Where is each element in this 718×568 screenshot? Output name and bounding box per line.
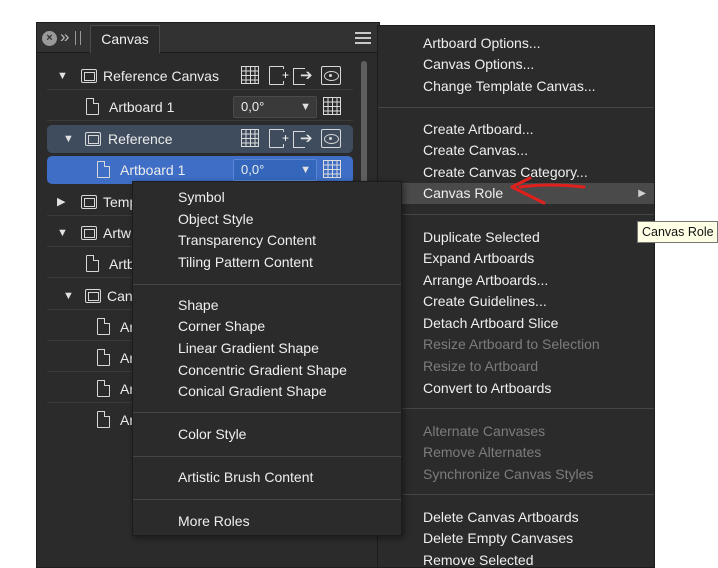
- hamburger-icon[interactable]: [355, 32, 371, 44]
- artboard-icon: [85, 132, 101, 146]
- menu-item-synchronize-canvas-styles: Synchronize Canvas Styles: [423, 466, 594, 482]
- menu-item-create-canvas[interactable]: Create Canvas...: [378, 140, 654, 161]
- menu-item-expand-artboards[interactable]: Expand Artboards: [378, 248, 654, 269]
- submenu-item-tiling-pattern-content[interactable]: Tiling Pattern Content: [133, 252, 401, 273]
- grid-icon[interactable]: [323, 97, 341, 115]
- menu-separator: [378, 214, 654, 215]
- visibility-icon[interactable]: [321, 66, 341, 85]
- grid-icon[interactable]: [323, 160, 341, 178]
- menu-separator: [378, 107, 654, 108]
- double-chevron-icon[interactable]: »: [60, 27, 69, 47]
- menu-item-canvas-options[interactable]: Canvas Options...: [378, 54, 654, 75]
- tab-canvas[interactable]: Canvas: [90, 25, 160, 53]
- expand-triangle-icon[interactable]: ▼: [57, 225, 68, 241]
- grid-icon[interactable]: [241, 129, 259, 147]
- layer-label: Artboard 1: [109, 99, 175, 115]
- submenu-item-color-style[interactable]: Color Style: [133, 424, 401, 445]
- menu-separator: [378, 494, 654, 495]
- collapse-triangle-icon[interactable]: ▶: [57, 194, 65, 210]
- menu-item-artboard-options[interactable]: Artboard Options...: [378, 33, 654, 54]
- expand-triangle-icon[interactable]: ▼: [63, 131, 74, 147]
- export-icon[interactable]: ➔: [293, 66, 315, 85]
- rotation-value: 0,0°: [241, 99, 265, 114]
- menu-item-resize-to-artboard: Resize to Artboard: [423, 358, 539, 374]
- page-icon: [97, 380, 110, 397]
- tooltip: Canvas Role: [637, 221, 718, 243]
- page-icon: [97, 161, 110, 178]
- page-icon: [86, 255, 99, 272]
- close-icon[interactable]: ×: [42, 31, 57, 46]
- panel-header: × » Canvas: [37, 23, 379, 53]
- canvas-role-submenu: Symbol Object Style Transparency Content…: [132, 181, 402, 536]
- menu-separator: [133, 412, 401, 413]
- rotation-field[interactable]: 0,0° ▼: [233, 159, 317, 181]
- menu-item-remove-alternates: Remove Alternates: [423, 444, 542, 460]
- submenu-item-transparency-content[interactable]: Transparency Content: [133, 230, 401, 251]
- rotation-value: 0,0°: [241, 162, 265, 177]
- expand-triangle-icon[interactable]: ▼: [57, 68, 68, 84]
- menu-item-resize-artboard-to-selection: Resize Artboard to Selection: [423, 336, 600, 352]
- menu-item-change-template-canvas[interactable]: Change Template Canvas...: [378, 76, 654, 97]
- layer-label: Reference Canvas: [103, 68, 219, 84]
- menu-item-arrange-artboards[interactable]: Arrange Artboards...: [378, 270, 654, 291]
- menu-separator: [133, 456, 401, 457]
- layer-label: Can: [107, 288, 133, 304]
- layer-row-canvas[interactable]: ▼ Reference Canvas ➔: [47, 62, 353, 90]
- export-icon[interactable]: ➔: [293, 129, 315, 148]
- context-menu: Artboard Options... Canvas Options... Ch…: [377, 25, 655, 568]
- menu-item-create-guidelines[interactable]: Create Guidelines...: [378, 291, 654, 312]
- submenu-item-concentric-gradient-shape[interactable]: Concentric Gradient Shape: [133, 360, 401, 381]
- menu-separator: [378, 408, 654, 409]
- menu-item-delete-empty-canvases[interactable]: Delete Empty Canvases: [378, 528, 654, 549]
- submenu-item-more-roles[interactable]: More Roles: [133, 511, 401, 532]
- artboard-icon: [85, 289, 101, 303]
- layer-row-artboard[interactable]: Artboard 1 0,0° ▼: [47, 93, 353, 121]
- layer-label: Artboard 1: [120, 162, 186, 178]
- annotation-arrow-shaft: [518, 183, 586, 189]
- submenu-arrow-icon: ▶: [638, 188, 646, 199]
- grid-icon[interactable]: [241, 66, 259, 84]
- expand-triangle-icon[interactable]: ▼: [63, 288, 74, 304]
- menu-item-duplicate-selected[interactable]: Duplicate Selected: [378, 227, 654, 248]
- page-icon: [97, 318, 110, 335]
- menu-separator: [133, 284, 401, 285]
- grip-icon[interactable]: [75, 31, 81, 45]
- add-artboard-icon[interactable]: [269, 129, 290, 148]
- annotation-arrow: [510, 176, 586, 205]
- layer-row-artboard-selected[interactable]: Artboard 1 0,0° ▼: [47, 156, 353, 184]
- layer-row-canvas[interactable]: ▼ Reference ➔: [47, 125, 353, 153]
- menu-item-remove-selected[interactable]: Remove Selected: [378, 550, 654, 568]
- submenu-item-conical-gradient-shape[interactable]: Conical Gradient Shape: [133, 381, 401, 402]
- layer-label: Artw: [103, 225, 131, 241]
- visibility-icon[interactable]: [321, 129, 341, 148]
- submenu-item-symbol[interactable]: Symbol: [133, 187, 401, 208]
- submenu-item-linear-gradient-shape[interactable]: Linear Gradient Shape: [133, 338, 401, 359]
- submenu-item-shape[interactable]: Shape: [133, 295, 401, 316]
- submenu-item-corner-shape[interactable]: Corner Shape: [133, 316, 401, 337]
- menu-item-delete-canvas-artboards[interactable]: Delete Canvas Artboards: [378, 507, 654, 528]
- chevron-down-icon[interactable]: ▼: [300, 160, 311, 180]
- menu-separator: [133, 499, 401, 500]
- page-icon: [97, 349, 110, 366]
- add-artboard-icon[interactable]: [269, 66, 290, 85]
- annotation-arrow-head: [510, 176, 546, 205]
- submenu-item-artistic-brush-content[interactable]: Artistic Brush Content: [133, 467, 401, 488]
- page-icon: [86, 98, 99, 115]
- artboard-icon: [81, 69, 97, 83]
- layer-label: Reference: [108, 131, 173, 147]
- submenu-item-object-style[interactable]: Object Style: [133, 209, 401, 230]
- menu-item-alternate-canvases: Alternate Canvases: [423, 423, 546, 439]
- layer-label: Artb: [109, 256, 135, 272]
- menu-item-label: Canvas Role: [423, 185, 504, 201]
- chevron-down-icon[interactable]: ▼: [300, 97, 311, 117]
- menu-item-create-artboard[interactable]: Create Artboard...: [378, 119, 654, 140]
- artboard-icon: [81, 195, 97, 209]
- page-icon: [97, 411, 110, 428]
- rotation-field[interactable]: 0,0° ▼: [233, 96, 317, 118]
- menu-item-detach-artboard-slice[interactable]: Detach Artboard Slice: [378, 313, 654, 334]
- artboard-icon: [81, 226, 97, 240]
- menu-item-convert-to-artboards[interactable]: Convert to Artboards: [378, 378, 654, 399]
